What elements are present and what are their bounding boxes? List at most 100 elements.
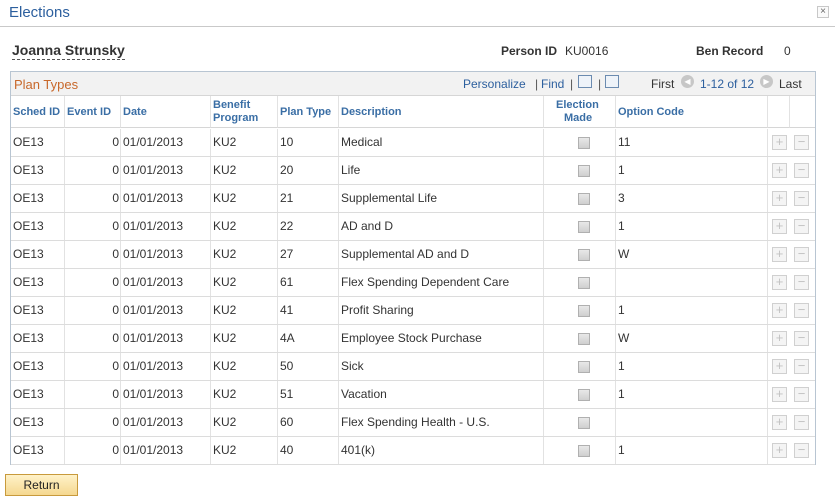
election-made-checkbox[interactable]	[578, 193, 590, 205]
delete-row-button[interactable]: −	[794, 415, 809, 430]
election-made-checkbox[interactable]	[578, 333, 590, 345]
plan-type-cell: 51	[278, 381, 339, 408]
delete-row-button[interactable]: −	[794, 135, 809, 150]
window-titlebar: Elections ×	[0, 0, 835, 27]
add-row-button[interactable]: +	[772, 303, 787, 318]
view-all-icon[interactable]	[578, 75, 592, 88]
event-id-cell: 0	[65, 185, 121, 212]
col-plan-type[interactable]: Plan Type	[278, 96, 339, 128]
sched-id-cell: OE13	[11, 353, 65, 380]
event-id-cell: 0	[65, 157, 121, 184]
date-cell: 01/01/2013	[121, 325, 211, 352]
col-description[interactable]: Description	[339, 96, 544, 128]
delete-row-button[interactable]: −	[794, 359, 809, 374]
sched-id-cell: OE13	[11, 213, 65, 240]
delete-row-button[interactable]: −	[794, 387, 809, 402]
col-benefit-program[interactable]: Benefit Program	[211, 96, 278, 128]
add-row-button[interactable]: +	[772, 163, 787, 178]
find-link[interactable]: Find	[541, 77, 564, 91]
election-made-cell	[544, 129, 616, 156]
event-id-cell: 0	[65, 241, 121, 268]
table-row: OE13 0 01/01/2013 KU2 20 Life 1 + −	[11, 157, 815, 185]
election-made-cell	[544, 325, 616, 352]
sched-id-cell: OE13	[11, 381, 65, 408]
election-made-checkbox[interactable]	[578, 249, 590, 261]
add-row-button[interactable]: +	[772, 191, 787, 206]
first-label[interactable]: First	[651, 77, 674, 91]
event-id-cell: 0	[65, 269, 121, 296]
col-event-id[interactable]: Event ID	[65, 96, 121, 128]
close-icon[interactable]: ×	[817, 6, 829, 18]
personalize-link[interactable]: Personalize	[463, 77, 526, 91]
sched-id-cell: OE13	[11, 297, 65, 324]
col-add	[768, 96, 790, 128]
event-id-cell: 0	[65, 381, 121, 408]
election-made-checkbox[interactable]	[578, 445, 590, 457]
add-row-button[interactable]: +	[772, 443, 787, 458]
benefit-program-cell: KU2	[211, 129, 278, 156]
add-row-button[interactable]: +	[772, 135, 787, 150]
election-made-cell	[544, 213, 616, 240]
date-cell: 01/01/2013	[121, 297, 211, 324]
election-made-checkbox[interactable]	[578, 165, 590, 177]
benefit-program-cell: KU2	[211, 353, 278, 380]
election-made-checkbox[interactable]	[578, 221, 590, 233]
delete-row-button[interactable]: −	[794, 275, 809, 290]
ben-record-value: 0	[784, 44, 791, 58]
return-button[interactable]: Return	[5, 474, 78, 496]
col-date[interactable]: Date	[121, 96, 211, 128]
toolbar-separator: |	[598, 77, 602, 91]
description-cell: Supplemental AD and D	[339, 241, 544, 268]
last-label[interactable]: Last	[779, 77, 802, 91]
delete-row-button[interactable]: −	[794, 247, 809, 262]
download-spreadsheet-icon[interactable]	[605, 75, 619, 88]
plan-type-cell: 61	[278, 269, 339, 296]
add-row-button[interactable]: +	[772, 247, 787, 262]
description-cell: Sick	[339, 353, 544, 380]
benefit-program-cell: KU2	[211, 269, 278, 296]
election-made-checkbox[interactable]	[578, 277, 590, 289]
sched-id-cell: OE13	[11, 185, 65, 212]
election-made-cell	[544, 353, 616, 380]
election-made-checkbox[interactable]	[578, 137, 590, 149]
date-cell: 01/01/2013	[121, 353, 211, 380]
col-election-made[interactable]: Election Made	[544, 96, 616, 128]
event-id-cell: 0	[65, 297, 121, 324]
delete-row-button[interactable]: −	[794, 219, 809, 234]
add-row-button[interactable]: +	[772, 219, 787, 234]
add-row-button[interactable]: +	[772, 331, 787, 346]
col-sched-id[interactable]: Sched ID	[11, 96, 65, 128]
benefit-program-cell: KU2	[211, 381, 278, 408]
delete-row-button[interactable]: −	[794, 443, 809, 458]
ben-record-label: Ben Record	[696, 44, 764, 58]
option-code-cell: W	[616, 325, 768, 352]
event-id-cell: 0	[65, 437, 121, 464]
description-cell: Medical	[339, 129, 544, 156]
delete-row-button[interactable]: −	[794, 331, 809, 346]
sched-id-cell: OE13	[11, 157, 65, 184]
table-row: OE13 0 01/01/2013 KU2 10 Medical 11 + −	[11, 129, 815, 157]
window-title: Elections	[9, 4, 70, 21]
delete-row-button[interactable]: −	[794, 191, 809, 206]
option-code-cell: W	[616, 241, 768, 268]
add-row-button[interactable]: +	[772, 359, 787, 374]
option-code-cell: 1	[616, 353, 768, 380]
election-made-checkbox[interactable]	[578, 389, 590, 401]
add-row-button[interactable]: +	[772, 415, 787, 430]
election-made-checkbox[interactable]	[578, 305, 590, 317]
plan-type-cell: 27	[278, 241, 339, 268]
election-made-cell	[544, 297, 616, 324]
benefit-program-cell: KU2	[211, 185, 278, 212]
previous-page-icon[interactable]: ◀	[681, 75, 694, 88]
option-code-cell: 3	[616, 185, 768, 212]
delete-row-button[interactable]: −	[794, 303, 809, 318]
next-page-icon[interactable]: ▶	[760, 75, 773, 88]
col-option-code[interactable]: Option Code	[616, 96, 768, 128]
date-cell: 01/01/2013	[121, 269, 211, 296]
add-row-button[interactable]: +	[772, 387, 787, 402]
delete-row-button[interactable]: −	[794, 163, 809, 178]
option-code-cell: 1	[616, 297, 768, 324]
election-made-checkbox[interactable]	[578, 417, 590, 429]
election-made-checkbox[interactable]	[578, 361, 590, 373]
add-row-button[interactable]: +	[772, 275, 787, 290]
